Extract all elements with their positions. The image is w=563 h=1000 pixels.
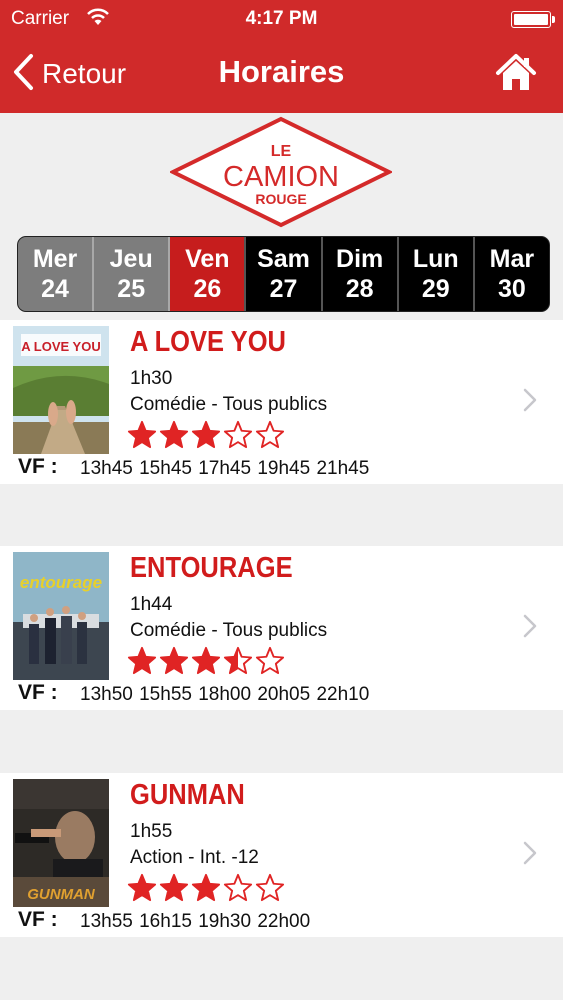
movie-genre: Comédie - Tous publics [130,620,328,641]
navigation-bar: Carrier 4:17 PM Retour Horaires [0,0,563,113]
star-icon [223,420,253,449]
poster-title: A LOVE YOU [21,339,100,354]
version-label: VF : [18,681,58,704]
movie-duration: 1h30 [130,368,173,389]
day-name: Mar [489,245,535,273]
home-icon [495,54,537,96]
day-number: 28 [345,275,374,303]
star-icon [127,873,157,902]
day-number: 24 [41,275,69,303]
star-icon [191,420,221,449]
day-number: 30 [498,275,526,303]
movie-title: A LOVE YOU [130,326,286,358]
day-tab-mar[interactable]: Mar 30 [474,237,549,311]
day-name: Ven [185,245,230,273]
poster-title: GUNMAN [27,886,96,903]
star-icon [223,646,253,675]
showtimes: 13h55 16h15 19h30 22h00 [80,911,311,932]
day-number: 25 [117,275,146,303]
version-label: VF : [18,455,58,478]
movie-row[interactable]: entourage ENTOURAGE 1h44 Comédie - Tous … [0,546,563,710]
day-tab-jeu[interactable]: Jeu 25 [94,237,171,311]
chevron-right-icon [523,841,537,870]
logo-line1: LE [271,143,292,160]
day-tab-sam[interactable]: Sam 27 [246,237,323,311]
version-label: VF : [18,908,58,931]
star-icon [191,646,221,675]
day-tab-ven[interactable]: Ven 26 [170,237,247,311]
battery-icon [511,11,555,28]
star-icon [127,420,157,449]
movie-title: GUNMAN [130,779,245,811]
star-icon [159,646,189,675]
star-icon [159,873,189,902]
movie-title: ENTOURAGE [130,552,293,584]
star-icon [191,873,221,902]
rating-stars [127,420,287,455]
page-title: Horaires [218,54,345,89]
movie-poster: entourage [13,552,109,680]
star-icon [255,420,285,449]
rating-stars [127,873,287,908]
movie-duration: 1h44 [130,594,173,615]
poster-title: entourage [20,573,102,592]
day-name: Lun [412,245,459,273]
status-time: 4:17 PM [245,8,318,29]
star-icon [127,646,157,675]
day-tab-mer[interactable]: Mer 24 [18,237,95,311]
day-name: Mer [32,245,78,273]
day-tab-lun[interactable]: Lun 29 [398,237,475,311]
logo-line2: CAMION [223,161,339,193]
rating-stars [127,646,287,681]
star-icon [255,873,285,902]
day-selector: Mer 24 Jeu 25 Ven 26 Sam 27 Dim 28 Lun 29 Mar 3… [17,236,550,312]
star-icon [159,420,189,449]
showtimes: 13h50 15h55 18h00 20h05 22h10 [80,684,370,705]
day-name: Sam [257,245,310,273]
day-tab-dim[interactable]: Dim 28 [322,237,399,311]
movie-duration: 1h55 [130,821,173,842]
status-bar: Carrier 4:17 PM [0,0,563,38]
chevron-right-icon [523,614,537,643]
day-name: Jeu [109,245,153,273]
day-number: 26 [193,275,222,303]
day-number: 29 [421,275,450,303]
movie-poster: A LOVE YOU [13,326,109,454]
home-button[interactable] [495,52,537,97]
le-camion-rouge-logo: LE CAMION ROUGE [168,116,394,228]
logo-line3: ROUGE [255,191,306,207]
chevron-right-icon [523,388,537,417]
movie-row[interactable]: A LOVE YOU A LOVE YOU 1h30 Comédie - Tou… [0,320,563,484]
movie-row[interactable]: GUNMAN GUNMAN 1h55 Action - Int. -12 VF … [0,773,563,937]
movie-genre: Action - Int. -12 [130,847,259,868]
star-icon [223,873,253,902]
showtimes: 13h45 15h45 17h45 19h45 21h45 [80,458,370,479]
star-icon [255,646,285,675]
movie-genre: Comédie - Tous publics [130,394,328,415]
day-name: Dim [336,245,384,273]
day-number: 27 [269,275,298,303]
movie-poster: GUNMAN [13,779,109,907]
